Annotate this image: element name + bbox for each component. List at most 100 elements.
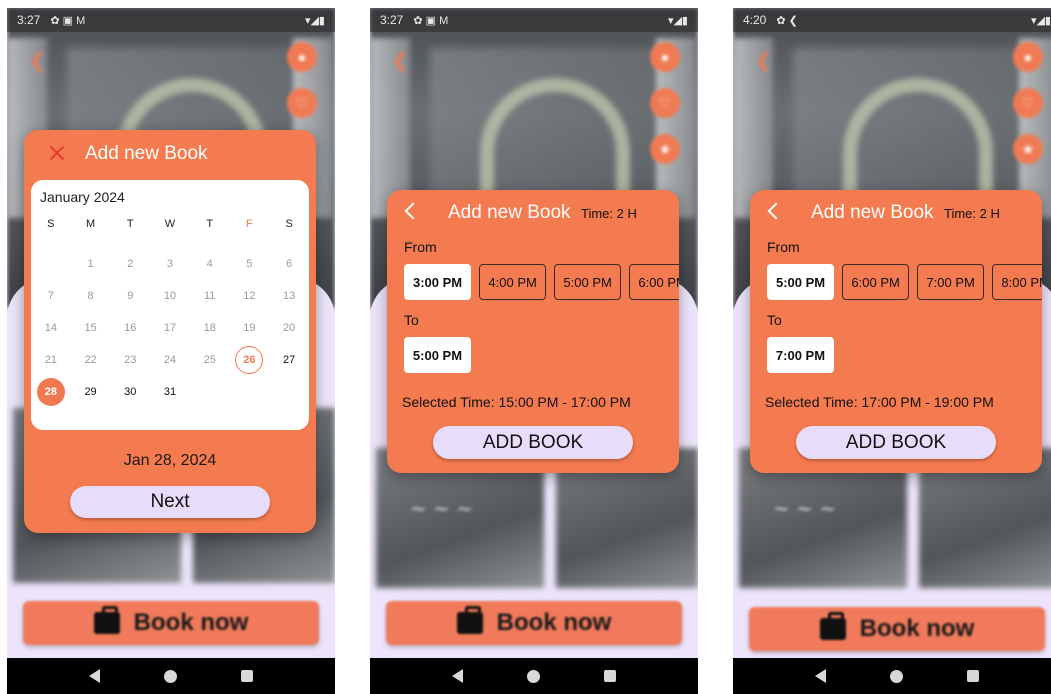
time-slot[interactable]: 3:00 PM: [404, 264, 472, 300]
calendar-day: 18: [203, 322, 216, 334]
time-slot[interactable]: 6:00 PM: [629, 264, 679, 300]
calendar-day: 12: [243, 290, 256, 302]
time-slot[interactable]: 6:00 PM: [842, 264, 910, 300]
nav-home-icon[interactable]: [527, 669, 540, 683]
screen-time-picker: ❮ ● ♡ ★ ~ ~ ~ 4:20 ✿ ❮ ▾◢▮ Book now Add …: [733, 8, 1051, 694]
to-label: To: [404, 312, 419, 328]
duration-label: Time: 2 H: [581, 206, 637, 221]
add-book-time-dialog: Add new Book Time: 2 H From 5:00 PM 6:00…: [750, 190, 1042, 473]
to-time-slot[interactable]: 5:00 PM: [404, 337, 471, 373]
close-icon[interactable]: [48, 144, 66, 162]
calendar-day: 13: [283, 290, 296, 302]
duration-label: Time: 2 H: [944, 206, 1000, 221]
heart-icon[interactable]: ♡: [287, 88, 317, 118]
calendar-day: 24: [163, 354, 177, 366]
profile-icon[interactable]: ●: [1013, 42, 1043, 72]
profile-icon[interactable]: ●: [287, 42, 317, 72]
calendar-day: 4: [206, 258, 213, 270]
calendar-day: 1: [87, 258, 94, 270]
nav-back-icon[interactable]: [815, 669, 826, 683]
nav-back-icon[interactable]: [452, 669, 463, 683]
photo-script: ~ ~ ~: [773, 496, 836, 520]
calendar-day: 11: [203, 290, 216, 302]
status-bar: 4:20 ✿ ❮ ▾◢▮: [733, 8, 1051, 32]
selected-time: Selected Time: 17:00 PM - 19:00 PM: [765, 394, 994, 410]
weekday-label: S: [285, 218, 293, 230]
back-icon[interactable]: [404, 202, 422, 220]
nav-recents-icon[interactable]: [967, 670, 979, 682]
calendar-day: 14: [44, 322, 57, 334]
screen-date-picker: ❮ ● ♡ ~ ~ ~ 3:27 ✿ ▣ M ▾◢▮ Book now Add …: [7, 8, 335, 694]
from-slot-row: 5:00 PM 6:00 PM 7:00 PM 8:00 PM: [767, 264, 1042, 300]
calendar-day: 16: [124, 322, 137, 334]
system-nav-bar: [370, 658, 698, 694]
weekday-label: M: [85, 218, 96, 230]
nav-recents-icon[interactable]: [604, 670, 616, 682]
add-book-date-dialog: Add new Book January 2024 SMTWTFS1234567…: [24, 130, 316, 533]
book-now-button[interactable]: Book now: [386, 601, 682, 645]
signal-battery-icons: ▾◢▮: [304, 14, 325, 27]
back-icon[interactable]: ❮: [755, 48, 772, 73]
book-now-label: Book now: [133, 609, 249, 636]
to-time-slot[interactable]: 7:00 PM: [767, 337, 834, 373]
calendar-day: 25: [203, 354, 216, 366]
calendar-day[interactable]: 30: [110, 376, 150, 408]
briefcase-icon: [93, 606, 120, 634]
time-slot[interactable]: 7:00 PM: [917, 264, 985, 300]
book-now-label: Book now: [859, 615, 975, 642]
system-nav-bar: [733, 658, 1051, 694]
briefcase-icon: [456, 606, 483, 634]
time-slot[interactable]: 4:00 PM: [479, 264, 547, 300]
system-nav-bar: [7, 658, 335, 694]
to-label: To: [767, 312, 782, 328]
calendar-day: 10: [163, 290, 177, 302]
back-icon[interactable]: [767, 202, 785, 220]
calendar-day: 20: [283, 322, 296, 334]
calendar-day[interactable]: 31: [150, 376, 190, 408]
weekday-label: W: [164, 218, 176, 230]
dialog-title: Add new Book: [448, 202, 571, 223]
profile-icon[interactable]: ●: [650, 42, 680, 72]
calendar-day: 15: [84, 322, 97, 334]
status-time: 3:27: [380, 13, 404, 27]
calendar-day: 22: [84, 354, 97, 366]
add-book-button[interactable]: ADD BOOK: [796, 426, 996, 459]
add-book-button[interactable]: ADD BOOK: [433, 426, 633, 459]
photo-script: ~ ~ ~: [410, 496, 473, 520]
status-bar: 3:27 ✿ ▣ M ▾◢▮: [7, 8, 335, 32]
calendar-day: 19: [243, 322, 256, 334]
time-slot[interactable]: 8:00 PM: [992, 264, 1042, 300]
calendar-day[interactable]: 29: [71, 376, 111, 408]
back-icon[interactable]: ❮: [392, 48, 409, 73]
dialog-title: Add new Book: [811, 202, 934, 223]
calendar-day[interactable]: 27: [269, 344, 309, 376]
calendar-day-selected[interactable]: 28: [31, 376, 71, 408]
next-button[interactable]: Next: [70, 486, 270, 518]
briefcase-icon: [819, 612, 846, 640]
back-icon[interactable]: ❮: [29, 48, 46, 73]
nav-home-icon[interactable]: [164, 669, 177, 683]
book-now-button[interactable]: Book now: [749, 607, 1045, 651]
notification-icons: ✿ ❮: [776, 14, 798, 27]
star-icon[interactable]: ★: [1013, 134, 1043, 164]
time-slot[interactable]: 5:00 PM: [767, 264, 835, 300]
heart-icon[interactable]: ♡: [1013, 88, 1043, 118]
calendar-blank: [31, 248, 71, 280]
notification-icons: ✿ ▣ M: [50, 14, 86, 27]
nav-home-icon[interactable]: [890, 669, 903, 683]
nav-recents-icon[interactable]: [241, 670, 253, 682]
nav-back-icon[interactable]: [89, 669, 100, 683]
book-now-button[interactable]: Book now: [23, 601, 319, 645]
calendar-day: 21: [44, 354, 57, 366]
from-slot-row: 3:00 PM 4:00 PM 5:00 PM 6:00 PM: [404, 264, 679, 300]
from-label: From: [767, 239, 800, 255]
status-bar: 3:27 ✿ ▣ M ▾◢▮: [370, 8, 698, 32]
heart-icon[interactable]: ♡: [650, 88, 680, 118]
calendar-day: 2: [127, 258, 134, 270]
calendar-day: 23: [124, 354, 137, 366]
time-slot[interactable]: 5:00 PM: [554, 264, 622, 300]
calendar-day: 9: [127, 290, 134, 302]
calendar-day-today[interactable]: 26: [230, 344, 270, 376]
signal-battery-icons: ▾◢▮: [667, 14, 688, 27]
star-icon[interactable]: ★: [650, 134, 680, 164]
